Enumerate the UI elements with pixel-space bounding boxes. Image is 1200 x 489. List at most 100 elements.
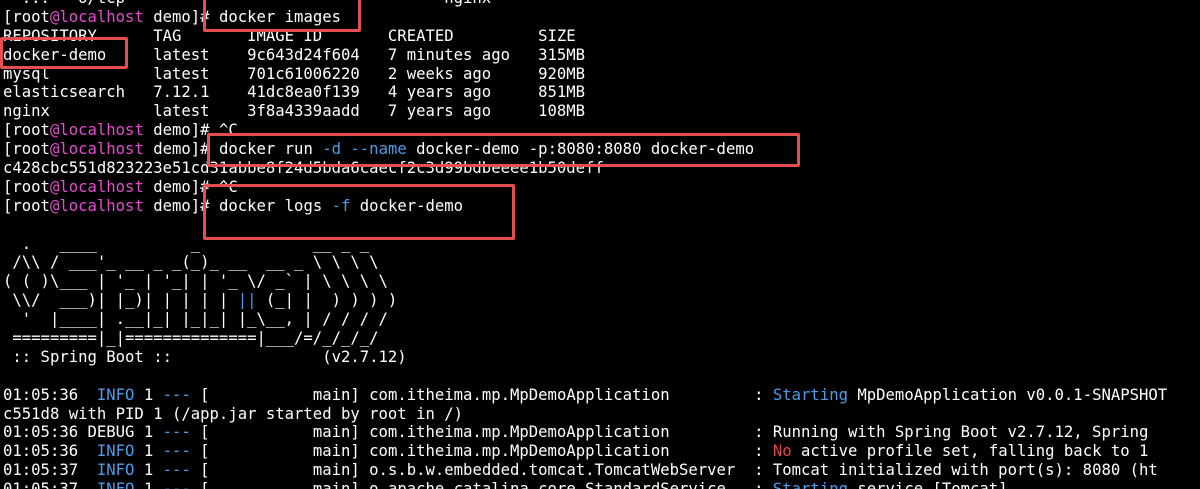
output-line: mysql latest 701c61006220 2 weeks ago 92… — [3, 65, 1167, 84]
prompt-at: @ — [49, 7, 60, 26]
output-text: [ main] o.s.b.w.embedded.tomcat.TomcatWe… — [190, 461, 1158, 480]
output-text: [ main] o.apache.catalina.core.StandardS… — [191, 480, 773, 489]
output-text: elasticsearch 7.12.1 41dc8ea0f139 4 year… — [3, 83, 586, 102]
prompt-host: localhost — [59, 196, 144, 215]
command-text: -d — [322, 140, 342, 159]
output-text: INFO — [97, 480, 135, 489]
output-text: [ main] com.itheima.mp.MpDemoApplication… — [190, 423, 1149, 442]
output-text: nginx latest 3f8a4339aadd 7 years ago 10… — [3, 102, 586, 121]
output-line: c551d8 with PID 1 (/app.jar started by r… — [3, 405, 1167, 424]
prompt-at: @ — [49, 177, 60, 196]
prompt-line: [root@localhost demo]# docker run -d --n… — [3, 140, 1167, 159]
command-text: --name — [350, 140, 407, 159]
output-text: No — [772, 442, 792, 461]
output-line: . ____ _ __ _ _ — [3, 235, 1167, 254]
prompt-host: localhost — [59, 7, 144, 26]
output-text: (_| | ) ) ) ) — [256, 291, 398, 310]
output-line: REPOSITORY TAG IMAGE ID CREATED SIZE — [3, 27, 1167, 46]
output-line: =========|_|==============|___/=/_/_/_/ — [3, 329, 1167, 348]
output-text: || — [237, 291, 257, 310]
prompt-user: [root — [3, 177, 50, 196]
output-text: 1 — [134, 480, 162, 489]
output-text: ( ( )\___ | '_ | '_| | '_ \/ _` | \ \ \ … — [3, 272, 388, 291]
output-line: docker-demo latest 9c643d24f604 7 minute… — [3, 46, 1167, 65]
prompt-host: localhost — [59, 121, 144, 140]
output-text: =========|_|==============|___/=/_/_/_/ — [3, 329, 379, 348]
prompt-at: @ — [49, 196, 60, 215]
command-text: -f — [331, 196, 351, 215]
prompt-suffix: demo]# — [143, 7, 219, 26]
output-text: --- — [162, 385, 191, 404]
prompt-suffix: demo]# — [143, 177, 219, 196]
prompt-line: [root@localhost demo]# ^C — [3, 121, 1167, 140]
command-text: docker images — [218, 7, 342, 26]
output-text: /\\ / ___'_ __ _ _(_)_ __ __ _ \ \ \ \ — [3, 253, 379, 272]
output-line: 01:05:37 INFO 1 --- [ main] o.s.b.w.embe… — [3, 461, 1167, 480]
prompt-line: [root@localhost demo]# ^C — [3, 178, 1167, 197]
output-text: MpDemoApplication v0.0.1-SNAPSHOT — [847, 385, 1168, 404]
output-text: --- — [162, 442, 191, 461]
prompt-line: [root@localhost demo]# docker images — [3, 8, 1167, 27]
output-line: /\\ / ___'_ __ _ _(_)_ __ __ _ \ \ \ \ — [3, 253, 1167, 272]
output-text: 1 — [134, 385, 163, 404]
output-text: Starting — [772, 385, 848, 404]
output-text: 01:05:37 — [3, 480, 97, 489]
terminal-output: ... -o/tcp nginx[root@localhost demo]# d… — [3, 0, 1167, 489]
output-text: 01:05:36 — [3, 385, 97, 404]
output-text: docker-demo latest 9c643d24f604 7 minute… — [3, 45, 586, 64]
output-line: c428cbc551d823223e51cd31abbe8f24d5bda6ca… — [3, 159, 1167, 178]
output-text: INFO — [96, 442, 135, 461]
prompt-suffix: demo]# — [143, 196, 219, 215]
prompt-host: localhost — [59, 140, 144, 159]
output-text: --- — [162, 423, 191, 442]
prompt-at: @ — [49, 140, 60, 159]
command-text: ^C — [218, 121, 238, 140]
output-text: ... -o/tcp nginx — [3, 0, 491, 7]
command-text: docker logs — [218, 196, 332, 215]
prompt-user: [root — [3, 140, 50, 159]
output-text: \\/ ___)| |_)| | | | | — [3, 291, 238, 310]
output-text: . ____ _ __ _ _ — [3, 234, 370, 253]
command-text: docker run — [218, 140, 323, 159]
prompt-user: [root — [3, 121, 50, 140]
output-text: c551d8 with PID 1 (/app.jar started by r… — [3, 404, 464, 423]
output-text: active profile set, falling back to 1 — [791, 442, 1149, 461]
output-text: 1 — [134, 461, 163, 480]
output-line: :: Spring Boot :: (v2.7.12) — [3, 348, 1167, 367]
command-text: docker-demo -p:8080:8080 docker-demo — [406, 140, 755, 159]
output-line: \\/ ___)| |_)| | | | | || (_| | ) ) ) ) — [3, 291, 1167, 310]
output-line: nginx latest 3f8a4339aadd 7 years ago 10… — [3, 102, 1167, 121]
terminal-window[interactable]: ... -o/tcp nginx[root@localhost demo]# d… — [0, 0, 1200, 489]
output-line: 01:05:37 INFO 1 --- [ main] o.apache.cat… — [3, 480, 1167, 489]
command-text — [341, 140, 350, 158]
output-text: 01:05:36 — [3, 442, 97, 461]
prompt-line: [root@localhost demo]# docker logs -f do… — [3, 197, 1167, 216]
output-text: --- — [162, 461, 191, 480]
prompt-suffix: demo]# — [143, 121, 219, 140]
output-text: mysql latest 701c61006220 2 weeks ago 92… — [3, 64, 586, 83]
output-line: 01:05:36 INFO 1 --- [ main] com.itheima.… — [3, 386, 1167, 405]
output-text: :: Spring Boot :: (v2.7.12) — [3, 347, 407, 366]
prompt-user: [root — [3, 196, 50, 215]
command-text: ^C — [218, 177, 238, 196]
output-text: REPOSITORY TAG IMAGE ID CREATED SIZE — [3, 26, 576, 45]
output-text: INFO — [96, 385, 135, 404]
output-text: service [Tomcat] — [848, 480, 1007, 489]
output-text: 1 — [134, 442, 163, 461]
output-text: 01:05:37 — [3, 461, 97, 480]
output-text: [ main] com.itheima.mp.MpDemoApplication… — [190, 442, 773, 461]
output-line: ' |____| .__|_| |_|_| |_\__, | / / / / — [3, 310, 1167, 329]
output-line: 01:05:36 DEBUG 1 --- [ main] com.itheima… — [3, 423, 1167, 442]
output-line: 01:05:36 INFO 1 --- [ main] com.itheima.… — [3, 442, 1167, 461]
prompt-user: [root — [3, 7, 50, 26]
output-line: ... -o/tcp nginx — [3, 0, 1167, 8]
output-text: ' |____| .__|_| |_|_| |_\__, | / / / / — [3, 310, 388, 329]
output-text: --- — [163, 480, 191, 489]
output-line: elasticsearch 7.12.1 41dc8ea0f139 4 year… — [3, 83, 1167, 102]
prompt-host: localhost — [59, 177, 144, 196]
output-text: 01:05:36 DEBUG 1 — [3, 423, 163, 442]
output-text: c428cbc551d823223e51cd31abbe8f24d5bda6ca… — [3, 159, 604, 178]
output-text: Starting — [773, 480, 848, 489]
command-text: docker-demo — [350, 196, 464, 215]
